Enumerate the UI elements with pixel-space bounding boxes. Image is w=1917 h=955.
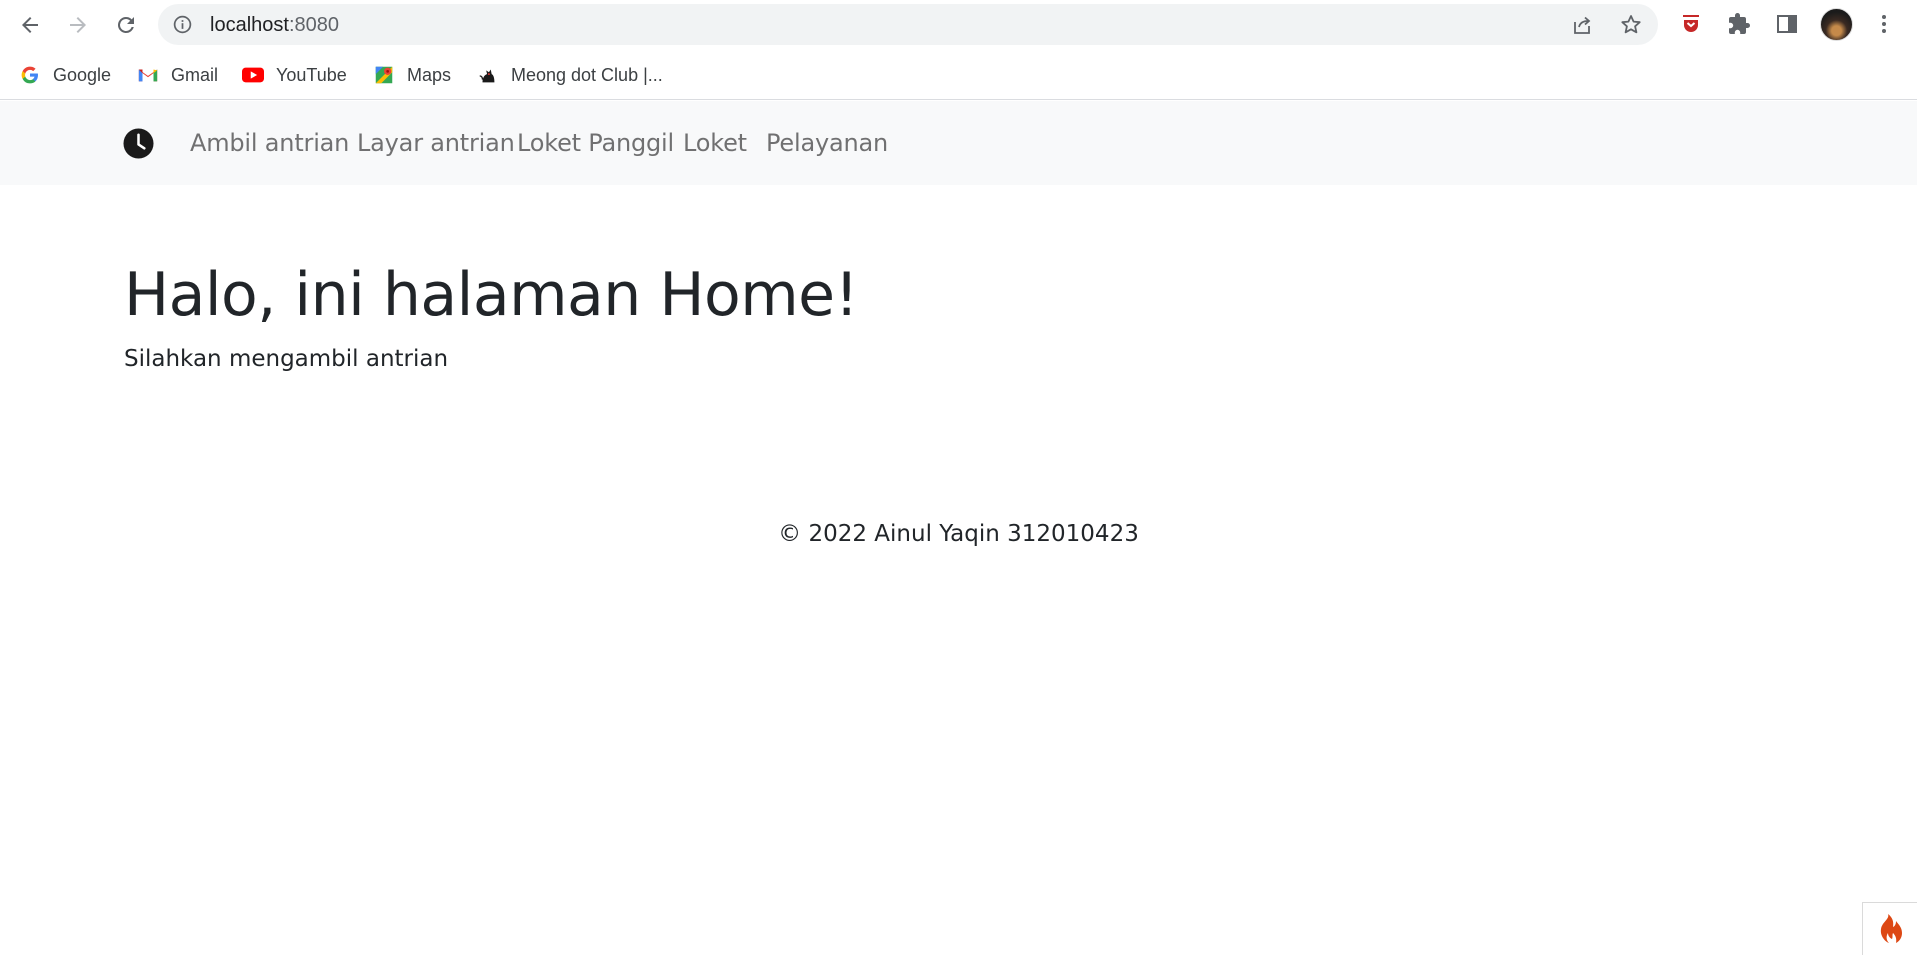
page-footer: © 2022 Ainul Yaqin 312010423 [778,521,1139,547]
nav-link-loket-panggil[interactable]: Loket Panggil [517,129,674,157]
cat-icon [477,64,499,86]
side-panel-button[interactable] [1773,10,1801,38]
back-button[interactable] [14,9,46,41]
nav-link-loket[interactable]: Loket [683,129,747,157]
puzzle-icon [1729,13,1750,34]
bookmark-gmail[interactable]: Gmail [137,63,218,87]
gmail-icon [137,64,159,86]
nav-link-pelayanan[interactable]: Pelayanan [766,129,888,157]
nav-link-ambil-antrian[interactable]: Ambil antrian [190,129,349,157]
bookmark-label: Google [53,64,112,85]
url-host: localhost [210,14,289,36]
side-panel-icon [1777,15,1797,33]
forward-button[interactable] [62,9,94,41]
maps-icon [373,64,395,86]
site-navbar: Ambil antrian Layar antrian Loket Panggi… [0,101,1917,185]
bookmark-google[interactable]: Google [19,63,111,87]
reload-button[interactable] [110,9,142,41]
google-icon [19,64,41,86]
pocket-extension-icon [1683,15,1699,32]
forward-arrow-icon [70,17,86,33]
bookmark-label: Gmail [171,64,219,85]
debug-toolbar-toggle[interactable] [1862,902,1917,955]
star-icon[interactable] [1619,13,1643,37]
browser-toolbar: localhost:8080 [0,0,1917,50]
nav-link-layar-antrian[interactable]: Layar antrian [357,129,515,157]
codeigniter-flame-icon [1880,914,1902,943]
extensions-menu-button[interactable] [1725,10,1753,38]
bookmarks-bar: Google Gmail YouTube Maps Meong dot Club… [0,50,1917,100]
address-bar[interactable]: localhost:8080 [158,4,1658,45]
profile-avatar[interactable] [1820,8,1853,41]
bookmark-meong-dot-club[interactable]: Meong dot Club |... [477,63,663,87]
youtube-icon [242,64,264,86]
back-arrow-icon [22,17,38,33]
page-lead-text: Silahkan mengambil antrian [124,346,449,372]
bookmark-label: Meong dot Club |... [511,64,663,85]
bookmark-label: Maps [407,64,452,85]
reload-icon [118,16,134,33]
info-icon[interactable] [172,14,193,35]
clock-icon [123,128,154,159]
url-port: :8080 [288,14,339,36]
bookmark-label: YouTube [276,64,347,85]
extension-button[interactable] [1677,10,1705,38]
page-title: Halo, ini halaman Home! [124,260,859,330]
url-text: localhost:8080 [210,14,339,37]
bookmark-youtube[interactable]: YouTube [242,63,347,87]
bookmark-maps[interactable]: Maps [373,63,451,87]
kebab-menu-icon [1882,15,1886,33]
share-icon[interactable] [1570,13,1594,37]
browser-menu-button[interactable] [1870,10,1898,38]
navbar-brand[interactable] [123,128,154,159]
